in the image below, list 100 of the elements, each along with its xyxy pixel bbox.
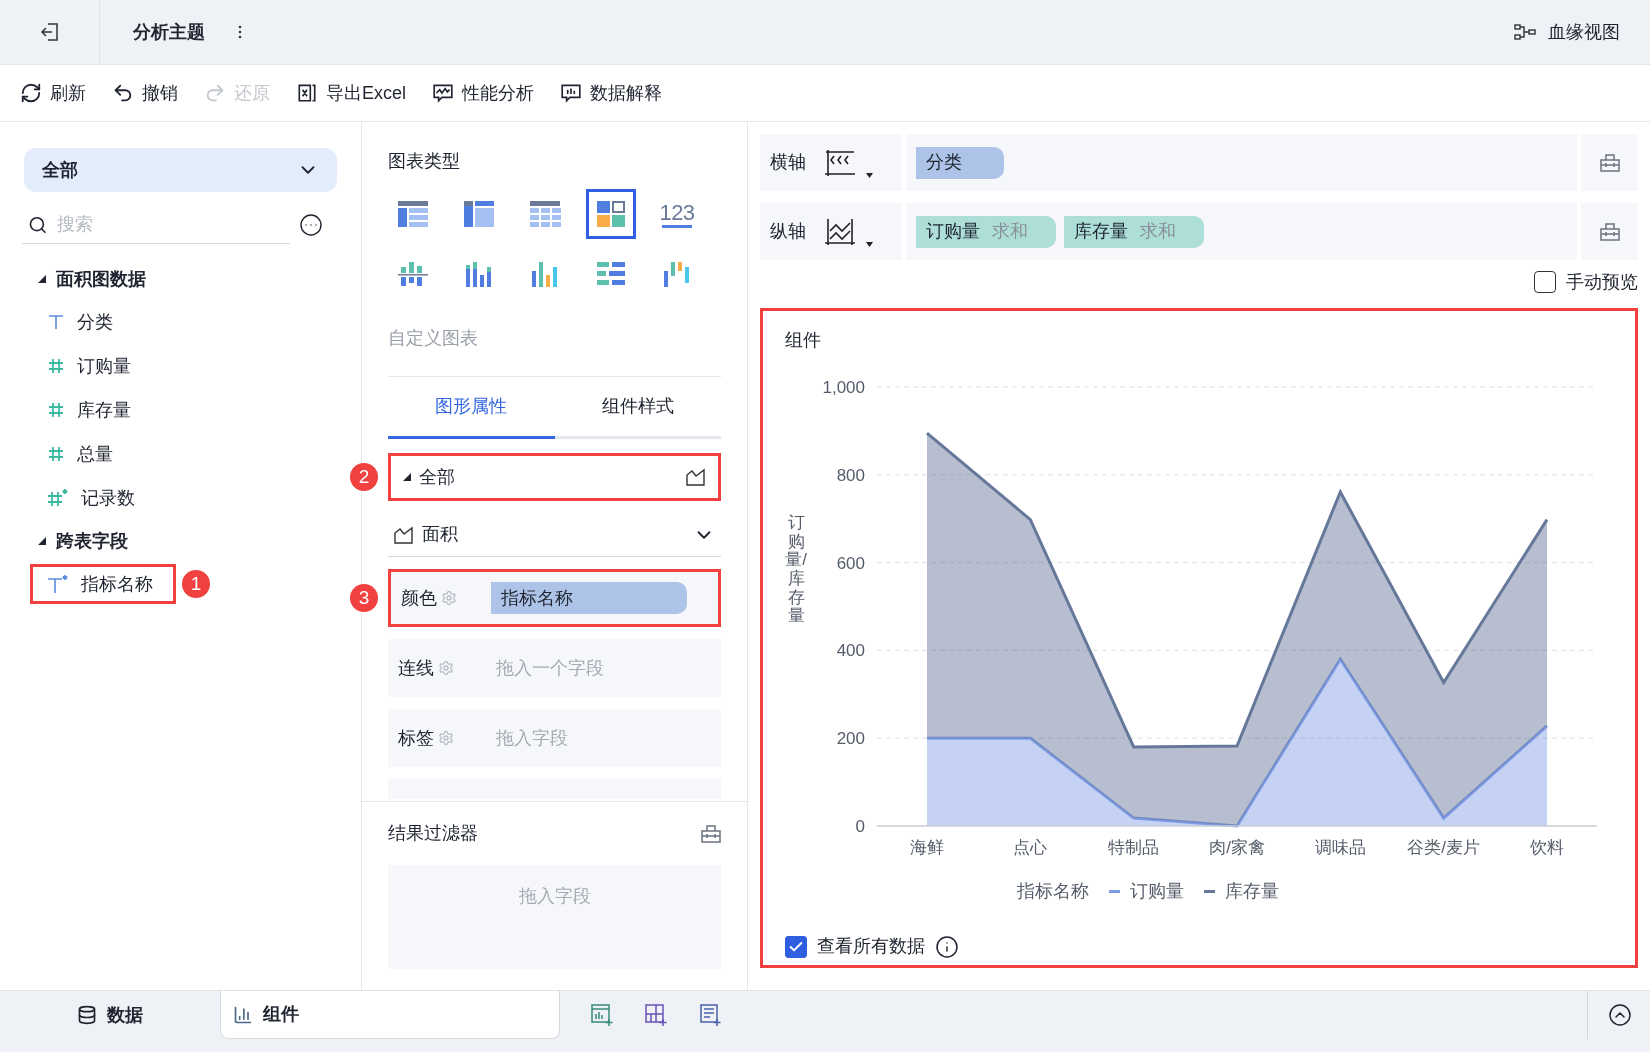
legend-item[interactable]: 订购量 xyxy=(1109,878,1184,905)
field-pill[interactable]: 指标名称 xyxy=(491,582,687,614)
checkbox-label: 查看所有数据 xyxy=(817,935,925,958)
field-pill[interactable]: 订购量 求和 xyxy=(916,215,1056,248)
bar-chart-icon xyxy=(560,82,582,104)
toolbar-button[interactable]: 刷新 xyxy=(20,79,86,107)
encoding-label: 连线 xyxy=(398,656,435,680)
axis-category-label: 特制品 xyxy=(1108,838,1160,857)
toolbox-icon[interactable] xyxy=(701,824,721,843)
custom-chart-label: 自定义图表 xyxy=(388,327,479,350)
add-layout-icon[interactable] xyxy=(644,1003,668,1027)
legend-title: 指标名称 xyxy=(1017,880,1089,903)
field-item[interactable]: 分类 xyxy=(47,302,113,342)
add-text-icon[interactable] xyxy=(698,1003,722,1027)
toolbar-button[interactable]: 撤销 xyxy=(112,79,178,107)
section-title: 图表类型 xyxy=(388,150,461,173)
property-tab[interactable]: 图形属性 xyxy=(388,377,555,439)
caret-icon xyxy=(403,473,411,481)
field-item[interactable]: 库存量 xyxy=(47,390,131,430)
checkbox[interactable] xyxy=(785,935,807,958)
axis-tick-label: 0 xyxy=(855,817,865,836)
axis-label: 横轴 xyxy=(770,151,806,174)
field-item[interactable]: 记录数 xyxy=(47,478,135,518)
hash-icon xyxy=(47,445,65,463)
more-icon[interactable] xyxy=(299,213,323,237)
redo-icon xyxy=(204,82,226,104)
bar-chart-icon xyxy=(397,259,429,289)
field-item[interactable]: 订购量 xyxy=(47,346,131,386)
encoding-row[interactable]: 标签 拖入字段 xyxy=(388,709,721,767)
field-item[interactable]: 指标名称 xyxy=(30,564,176,604)
toolbar-button[interactable]: 数据解释 xyxy=(560,79,662,107)
axis-tick-label: 400 xyxy=(836,641,865,661)
section-title: 结果过滤器 xyxy=(388,822,478,845)
hash-icon xyxy=(47,357,65,375)
field-group[interactable]: 面积图数据 xyxy=(0,258,361,300)
axis-title: 订购量/库存量 xyxy=(785,514,807,627)
encoding-label: 标签 xyxy=(398,726,435,750)
table-icon xyxy=(397,199,429,229)
field-item[interactable]: 总量 xyxy=(47,434,113,474)
callout-number: 1 xyxy=(182,570,210,598)
property-tab[interactable]: 组件样式 xyxy=(554,377,721,439)
axis-category-label: 肉/家禽 xyxy=(1209,838,1265,857)
bottom-tab[interactable]: 组件 xyxy=(220,991,560,1039)
axis-category-label: 调味品 xyxy=(1314,838,1366,857)
more-icon[interactable] xyxy=(237,25,243,39)
hash-icon xyxy=(47,401,65,419)
axis-tick-label: 200 xyxy=(836,729,865,749)
calculated-text-icon xyxy=(47,574,69,594)
info-icon[interactable] xyxy=(935,934,959,959)
axis-tick-label: 600 xyxy=(836,553,865,573)
toolbar-button[interactable]: 性能分析 xyxy=(432,79,534,107)
axis-tick-label: 1,000 xyxy=(822,378,865,397)
chart-type-option[interactable]: 123 xyxy=(652,189,702,239)
page-title: 分析主题 xyxy=(133,20,205,44)
refresh-icon xyxy=(20,82,42,104)
lineage-view-button[interactable]: 血缘视图 xyxy=(1514,18,1620,46)
caret-icon xyxy=(866,241,873,247)
database-icon xyxy=(77,1005,97,1025)
encoding-row[interactable]: 颜色 指标名称 xyxy=(388,569,721,627)
axis-category-label: 点心 xyxy=(1013,838,1048,857)
axis-type-dropdown[interactable] xyxy=(824,216,873,247)
caret-icon xyxy=(38,275,46,283)
dataset-select[interactable]: 全部 xyxy=(24,148,337,192)
add-chart-icon[interactable] xyxy=(590,1003,614,1027)
axis-category-label: 海鲜 xyxy=(910,838,944,857)
callout-number: 2 xyxy=(350,463,378,491)
axis-category-label: 谷类/麦片 xyxy=(1407,838,1481,857)
bottom-tab[interactable]: 数据 xyxy=(0,991,220,1039)
widget-title: 组件 xyxy=(785,329,822,352)
pulse-chart-icon xyxy=(432,82,454,104)
field-group[interactable]: 跨表字段 xyxy=(0,520,361,562)
axis-tick-label: 800 xyxy=(836,465,865,485)
field-pill[interactable]: 分类 xyxy=(916,146,1004,179)
encoding-row[interactable]: 连线 拖入一个字段 xyxy=(388,639,721,697)
field-pill[interactable]: 库存量 求和 xyxy=(1064,215,1204,248)
caret-icon xyxy=(866,172,873,178)
toolbox-icon[interactable] xyxy=(1599,222,1620,241)
mark-type-select[interactable]: 面积 xyxy=(388,513,721,557)
checkbox-label: 手动预览 xyxy=(1566,270,1638,294)
axis-category-label: 饮料 xyxy=(1530,838,1564,857)
toolbox-icon[interactable] xyxy=(1599,153,1620,172)
grid-table-icon xyxy=(529,199,561,229)
spreadsheet-export-icon xyxy=(296,82,318,104)
collapse-icon[interactable] xyxy=(1608,1003,1632,1027)
drop-placeholder: 拖入字段 xyxy=(496,726,568,750)
axis-type-dropdown[interactable] xyxy=(824,147,873,178)
chart-type-option[interactable] xyxy=(586,189,636,239)
text-field-icon xyxy=(47,313,65,331)
tiles-icon xyxy=(595,199,627,229)
axis-label: 纵轴 xyxy=(770,220,806,243)
calculated-hash-icon xyxy=(47,488,69,508)
legend-item[interactable]: 库存量 xyxy=(1204,878,1279,905)
search-field[interactable]: 搜索 xyxy=(57,211,284,238)
checkbox[interactable] xyxy=(1534,271,1556,293)
drop-placeholder: 拖入一个字段 xyxy=(496,656,604,680)
series-header[interactable]: 全部 xyxy=(388,453,721,501)
toolbar-button[interactable]: 导出Excel xyxy=(296,79,406,107)
area-chart-icon xyxy=(394,525,414,544)
exit-icon[interactable] xyxy=(38,21,61,43)
pivot-table-icon xyxy=(463,199,495,229)
